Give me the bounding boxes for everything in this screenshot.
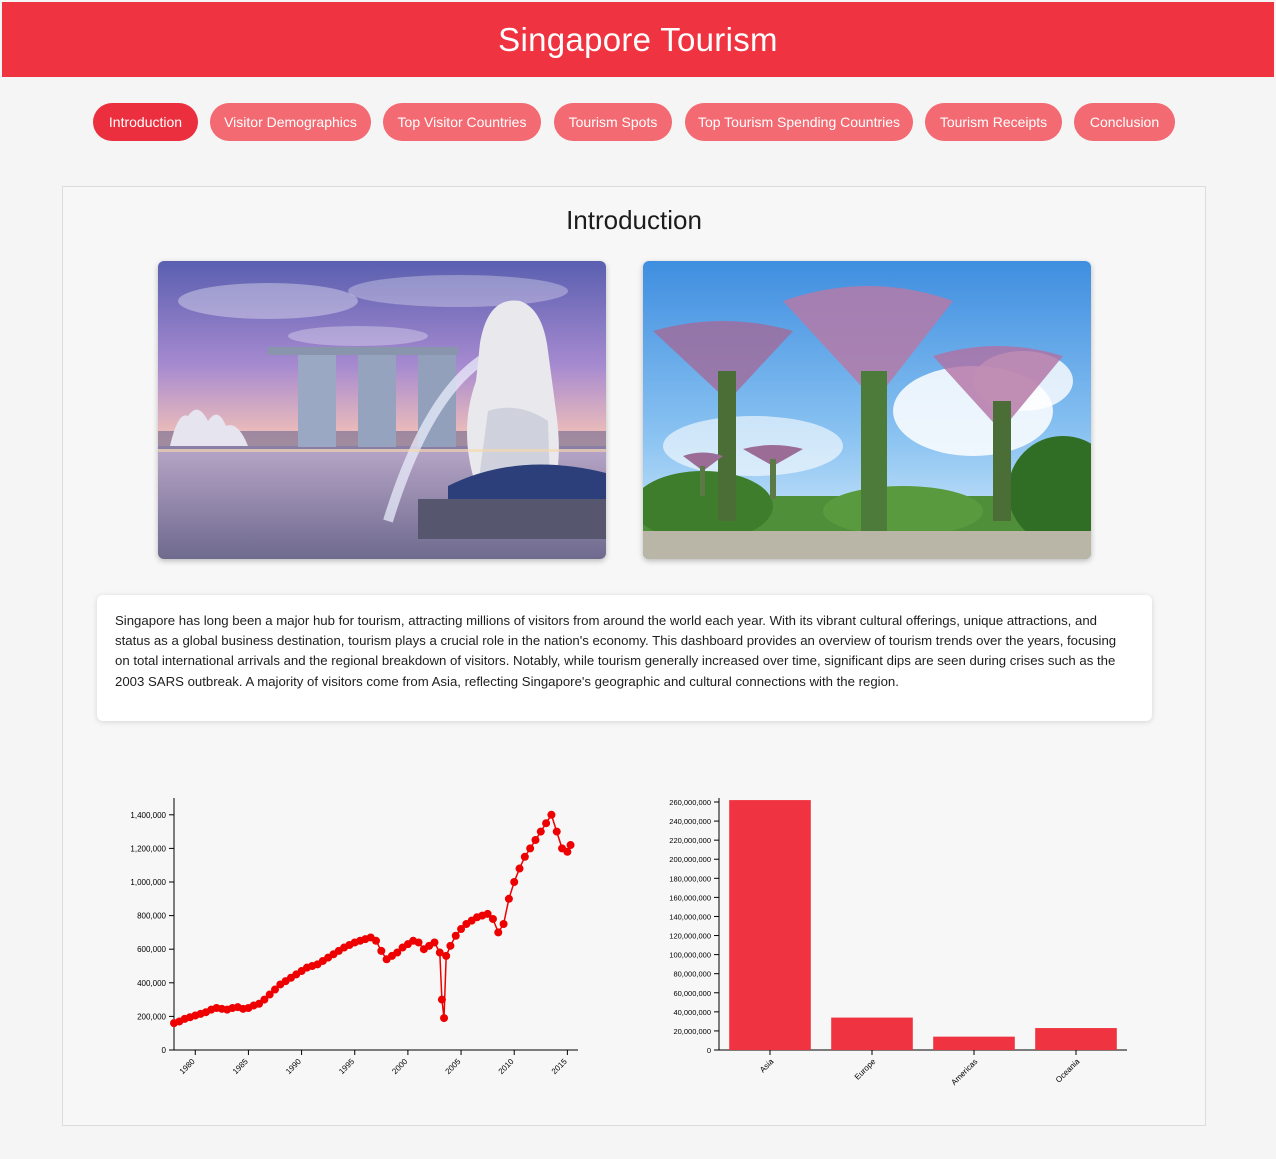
data-point <box>430 938 439 947</box>
gardens-by-the-bay-supertrees-photo <box>643 261 1091 559</box>
marina-bay-sands-merlion-photo <box>158 261 606 559</box>
y-tick-label: 240,000,000 <box>669 817 711 826</box>
section-title: Introduction <box>566 205 702 235</box>
y-tick-label: 100,000,000 <box>669 951 711 960</box>
bar-americas <box>933 1036 1015 1050</box>
data-point <box>510 878 519 886</box>
x-tick-label: 1980 <box>178 1057 197 1076</box>
data-point <box>440 1014 449 1023</box>
x-tick-label: 1995 <box>337 1057 356 1076</box>
data-point <box>377 946 386 955</box>
data-point <box>566 841 575 850</box>
nav-top-visitor-countries-button[interactable]: Top Visitor Countries <box>383 103 541 141</box>
series-line <box>173 813 572 1024</box>
y-tick-label: 180,000,000 <box>669 874 711 883</box>
data-point <box>451 931 460 940</box>
y-tick-label: 0 <box>162 1046 167 1055</box>
x-tick-label: Asia <box>758 1057 776 1075</box>
y-tick-label: 120,000,000 <box>669 932 711 941</box>
x-tick-label: 2015 <box>550 1057 569 1076</box>
x-tick-label: Americas <box>949 1057 979 1087</box>
y-tick-label: 220,000,000 <box>669 836 711 845</box>
y-tick-label: 400,000 <box>137 979 166 988</box>
x-tick-label: 2005 <box>444 1057 463 1076</box>
intro-text-card: Singapore has long been a major hub for … <box>97 595 1152 721</box>
app-header: Singapore Tourism <box>2 2 1274 77</box>
x-tick-label: Europe <box>853 1057 878 1082</box>
data-point <box>504 894 513 903</box>
y-tick-label: 20,000,000 <box>673 1027 711 1036</box>
y-tick-label: 160,000,000 <box>669 893 711 902</box>
x-tick-label: 2010 <box>497 1057 516 1076</box>
y-tick-label: 260,000,000 <box>669 798 711 807</box>
nav-introduction-button[interactable]: Introduction <box>93 103 198 141</box>
y-tick-label: 1,200,000 <box>130 844 166 853</box>
x-tick-label: Oceania <box>1054 1057 1082 1085</box>
y-tick-label: 1,400,000 <box>130 811 166 820</box>
y-tick-label: 0 <box>707 1046 711 1055</box>
bar-europe <box>831 1017 913 1050</box>
data-point <box>526 844 535 853</box>
y-tick-label: 800,000 <box>137 912 166 921</box>
data-point <box>437 995 446 1004</box>
data-point <box>488 914 497 923</box>
data-point <box>494 928 503 937</box>
bar-oceania <box>1035 1028 1117 1050</box>
y-tick-label: 80,000,000 <box>673 970 711 979</box>
region-bar-chart: 0 20,000,000 40,000,000 60,000,000 80,000,00… <box>669 798 1127 1087</box>
data-point <box>372 936 380 945</box>
y-tick-label: 40,000,000 <box>673 1008 711 1017</box>
page-title: Singapore Tourism <box>498 20 778 58</box>
x-tick-label: 2000 <box>390 1057 409 1076</box>
nav-tourism-spots-button[interactable]: Tourism Spots <box>554 103 672 141</box>
y-tick-label: 600,000 <box>137 945 166 954</box>
data-point <box>515 864 524 873</box>
data-point <box>536 827 545 836</box>
introduction-panel: Introduction Singapore has long been a m… <box>62 186 1206 1126</box>
nav-visitor-demographics-button[interactable]: Visitor Demographics <box>210 103 371 141</box>
data-point <box>414 938 423 947</box>
data-point <box>499 920 508 928</box>
nav-tourism-receipts-button[interactable]: Tourism Receipts <box>925 103 1062 141</box>
y-tick-label: 200,000 <box>137 1012 166 1021</box>
x-tick-label: 1990 <box>284 1057 303 1076</box>
data-point <box>446 941 455 950</box>
data-point <box>542 819 551 828</box>
y-tick-label: 1,000,000 <box>130 878 166 887</box>
nav-conclusion-button[interactable]: Conclusion <box>1074 103 1175 141</box>
data-point <box>442 951 451 960</box>
y-tick-label: 60,000,000 <box>673 989 711 998</box>
nav-top-tourism-spending-countries-button[interactable]: Top Tourism Spending Countries <box>685 103 913 141</box>
data-point <box>520 852 529 861</box>
intro-paragraph: Singapore has long been a major hub for … <box>115 613 1117 689</box>
data-point <box>531 836 540 844</box>
arrivals-line-chart: 0 200,000 400,000 600,000 800,000 1,000,000 1,… <box>130 798 578 1076</box>
y-tick-label: 200,000,000 <box>669 855 711 864</box>
x-tick-label: 1985 <box>231 1057 250 1076</box>
bar-asia <box>729 800 811 1050</box>
data-point <box>552 827 561 836</box>
data-point <box>547 810 556 819</box>
section-nav: Introduction Visitor Demographics Top Vi… <box>0 103 1276 141</box>
y-tick-label: 140,000,000 <box>669 912 711 921</box>
